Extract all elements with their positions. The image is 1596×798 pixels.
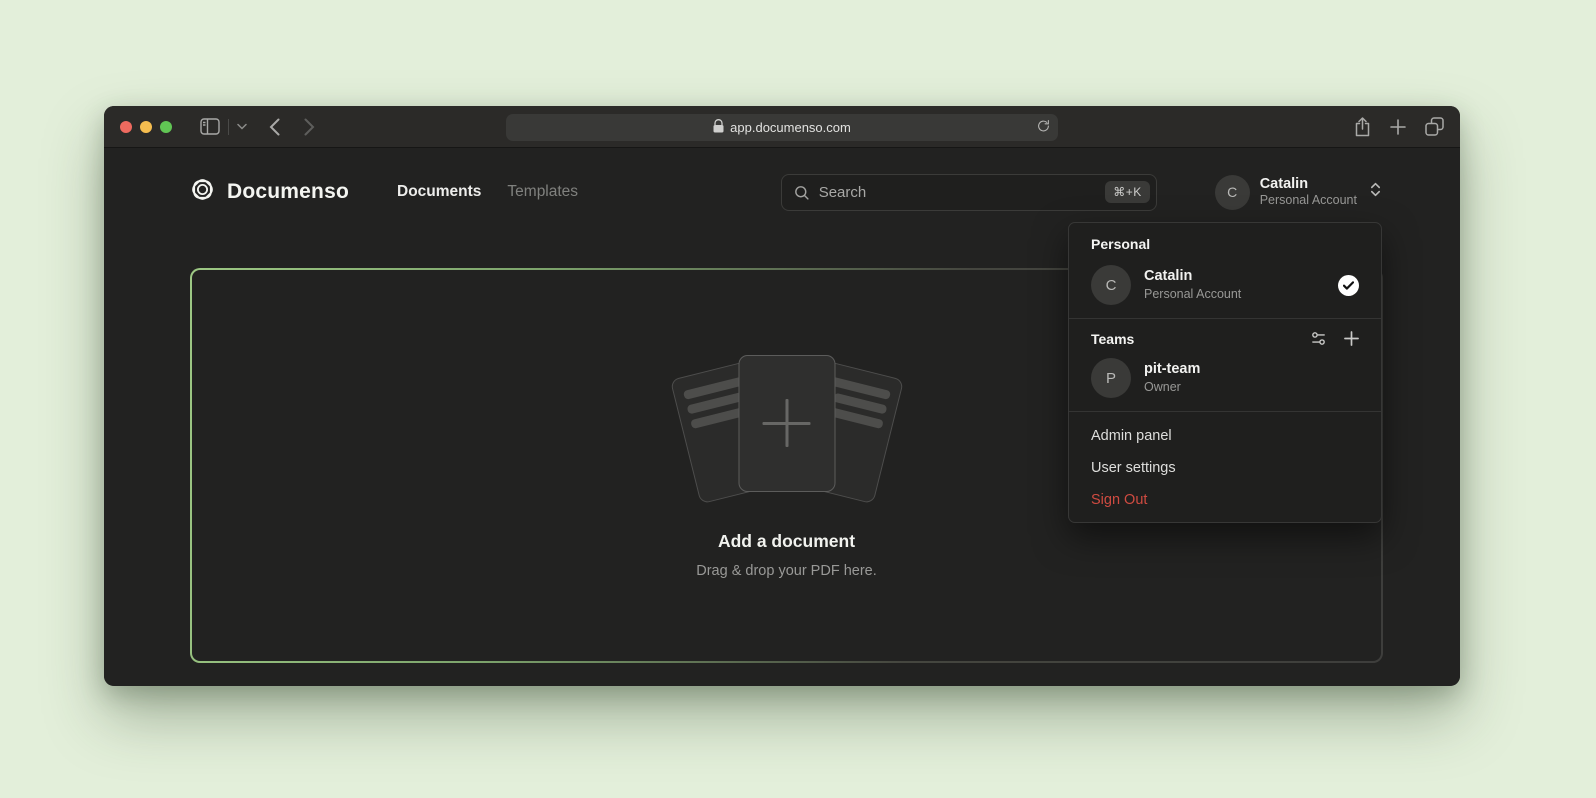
toolbar-separator xyxy=(228,119,229,135)
team-avatar: P xyxy=(1091,358,1131,398)
menu-item-sign-out[interactable]: Sign Out xyxy=(1081,484,1369,516)
back-button[interactable] xyxy=(269,118,280,136)
personal-account-item[interactable]: C Catalin Personal Account xyxy=(1081,260,1369,310)
team-role: Owner xyxy=(1144,379,1200,395)
teams-section-header: Teams xyxy=(1081,327,1369,353)
search-icon xyxy=(793,184,810,201)
account-button-texts: Catalin Personal Account xyxy=(1260,175,1357,209)
personal-account-subtitle: Personal Account xyxy=(1144,286,1241,302)
account-name: Catalin xyxy=(1260,175,1357,193)
window-controls xyxy=(120,121,172,133)
address-text: app.documenso.com xyxy=(730,120,851,135)
menu-item-user-settings[interactable]: User settings xyxy=(1081,452,1369,484)
nav-documents[interactable]: Documents xyxy=(397,183,481,201)
personal-account-name: Catalin xyxy=(1144,267,1241,286)
team-item-texts: pit-team Owner xyxy=(1144,360,1200,395)
lock-icon xyxy=(713,119,724,136)
account-subtitle: Personal Account xyxy=(1260,193,1357,209)
account-menu-button[interactable]: C Catalin Personal Account xyxy=(1215,175,1382,210)
sidebar-toggle-icon[interactable] xyxy=(200,118,220,135)
nav-templates[interactable]: Templates xyxy=(507,183,578,201)
toolbar-left-group xyxy=(200,118,315,136)
app-header: Documenso Documents Templates ⌘+K C Cata… xyxy=(189,164,1382,220)
tab-overview-icon[interactable] xyxy=(1425,117,1444,136)
document-cards-illustration xyxy=(662,353,912,505)
primary-nav: Documents Templates xyxy=(397,183,578,201)
share-icon[interactable] xyxy=(1354,117,1371,137)
browser-window: app.documenso.com xyxy=(104,106,1460,686)
documenso-logo-icon xyxy=(189,176,216,208)
teams-actions xyxy=(1310,330,1359,347)
dropzone-title: Add a document xyxy=(718,531,855,552)
address-bar[interactable]: app.documenso.com xyxy=(506,114,1058,141)
reload-icon[interactable] xyxy=(1037,119,1050,136)
search-input[interactable] xyxy=(819,184,1096,201)
minimize-window-button[interactable] xyxy=(140,121,152,133)
selected-check-icon xyxy=(1338,275,1359,296)
chevrons-up-down-icon xyxy=(1369,181,1382,203)
documenso-app: Documenso Documents Templates ⌘+K C Cata… xyxy=(104,148,1460,685)
dropzone-subtitle: Drag & drop your PDF here. xyxy=(696,563,877,579)
personal-account-texts: Catalin Personal Account xyxy=(1144,267,1241,302)
search-bar[interactable]: ⌘+K xyxy=(781,174,1157,211)
forward-button[interactable] xyxy=(304,118,315,136)
menu-divider xyxy=(1069,411,1381,412)
personal-section-heading: Personal xyxy=(1081,232,1369,260)
teams-section-heading: Teams xyxy=(1091,331,1134,347)
manage-teams-icon[interactable] xyxy=(1310,330,1327,347)
team-name: pit-team xyxy=(1144,360,1200,379)
create-team-icon[interactable] xyxy=(1344,331,1359,346)
search-shortcut-badge: ⌘+K xyxy=(1105,181,1150,203)
account-dropdown-menu: Personal C Catalin Personal Account Team… xyxy=(1068,222,1382,523)
new-tab-icon[interactable] xyxy=(1390,119,1406,135)
toolbar-right-group xyxy=(1354,117,1444,137)
menu-divider xyxy=(1069,318,1381,319)
plus-icon xyxy=(763,399,811,447)
close-window-button[interactable] xyxy=(120,121,132,133)
zoom-window-button[interactable] xyxy=(160,121,172,133)
personal-avatar: C xyxy=(1091,265,1131,305)
brand-name: Documenso xyxy=(227,180,349,204)
add-document-card xyxy=(738,355,835,492)
sidebar-chevron-down-icon[interactable] xyxy=(237,123,247,130)
browser-toolbar: app.documenso.com xyxy=(104,106,1460,148)
team-item[interactable]: P pit-team Owner xyxy=(1081,353,1369,403)
menu-item-admin-panel[interactable]: Admin panel xyxy=(1081,420,1369,452)
documenso-logo[interactable]: Documenso xyxy=(189,176,349,208)
account-avatar: C xyxy=(1215,175,1250,210)
